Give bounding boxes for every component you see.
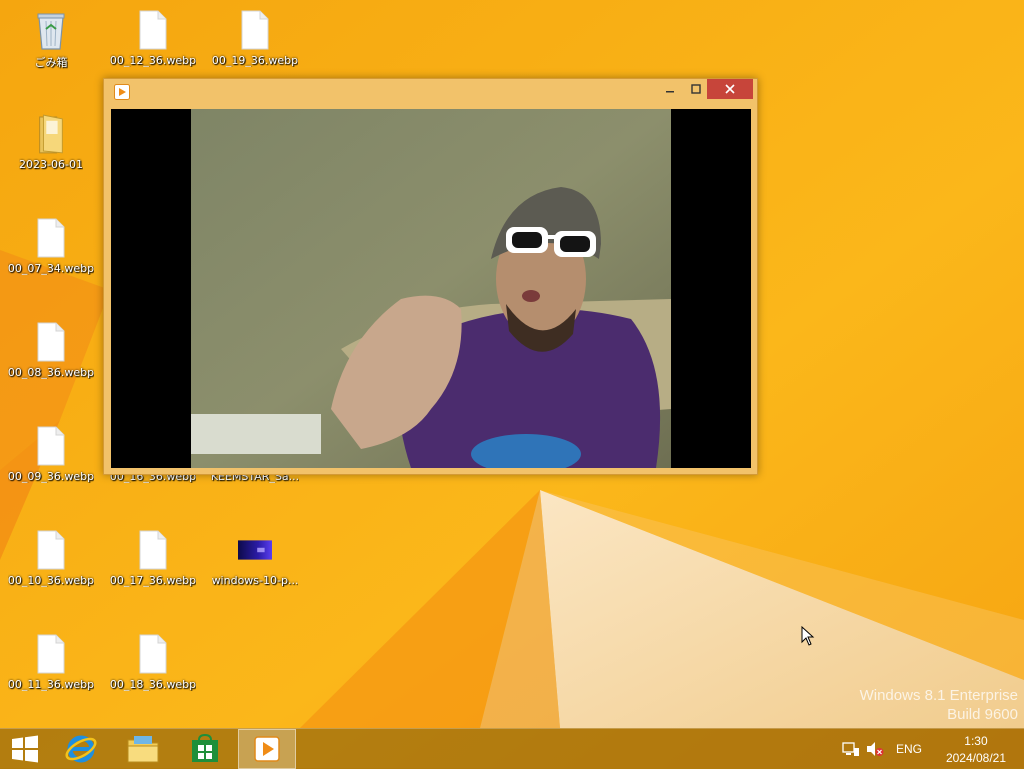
file-icon [136, 528, 170, 572]
maximize-button[interactable] [683, 79, 709, 99]
file-icon [136, 632, 170, 676]
desktop-icon-file[interactable]: 00_08_36.webp [1, 320, 101, 398]
taskbar-file-explorer[interactable] [118, 729, 168, 769]
start-icon [12, 735, 38, 763]
desktop-icon-folder[interactable]: 2023-06-01 [1, 112, 101, 190]
desktop-icon-file[interactable]: 00_11_36.webp [1, 632, 101, 710]
desktop-icon-file[interactable]: 00_17_36.webp [103, 528, 203, 606]
maximize-icon [691, 84, 701, 94]
file-icon [136, 8, 170, 52]
media-player-window[interactable] [103, 78, 758, 475]
desktop-icon-label: windows-10-p... [211, 574, 299, 587]
media-player-icon [114, 84, 130, 100]
desktop-icon-file[interactable]: 00_07_34.webp [1, 216, 101, 294]
taskbar: ENG 1:30 2024/08/21 [0, 728, 1024, 769]
window-titlebar[interactable] [104, 79, 757, 105]
desktop-icon-label: 00_10_36.webp [7, 574, 95, 587]
desktop-icon-file[interactable]: 00_19_36.webp [205, 8, 305, 86]
desktop-icon-recycle-bin[interactable]: ごみ箱 [1, 8, 101, 86]
folder-icon [34, 112, 68, 156]
system-clock[interactable]: 1:30 2024/08/21 [946, 733, 1006, 767]
file-icon [34, 320, 68, 364]
desktop-icon-label: ごみ箱 [34, 56, 68, 69]
media-player-icon [254, 736, 280, 762]
taskbar-media-player[interactable] [238, 729, 296, 769]
desktop-icon-label: 00_07_34.webp [7, 262, 95, 275]
file-explorer-icon [127, 736, 159, 763]
minimize-icon [666, 91, 674, 93]
start-button[interactable] [0, 729, 50, 769]
language-indicator[interactable]: ENG [896, 742, 922, 756]
file-icon [34, 632, 68, 676]
desktop-icon-label: 00_11_36.webp [7, 678, 95, 691]
close-button[interactable] [707, 79, 753, 99]
video-frame[interactable] [111, 109, 751, 468]
desktop-icon-label: 00_18_36.webp [109, 678, 197, 691]
windows-watermark: Windows 8.1 Enterprise Build 9600 [860, 686, 1018, 724]
desktop-icon-label: 00_12_36.webp [109, 54, 197, 67]
taskbar-store[interactable] [180, 729, 230, 769]
file-icon [34, 528, 68, 572]
clock-date: 2024/08/21 [945, 751, 1006, 765]
desktop-icon-label: 00_08_36.webp [7, 366, 95, 379]
watermark-edition: Windows 8.1 Enterprise [859, 687, 1018, 704]
file-icon [238, 8, 272, 52]
watermark-build: Build 9600 [947, 706, 1018, 723]
desktop-icon-label: 00_09_36.webp [7, 470, 95, 483]
network-icon[interactable] [842, 741, 860, 757]
internet-explorer-icon [65, 735, 97, 763]
desktop-icon-label: 2023-06-01 [19, 158, 83, 171]
recycle-bin-icon [34, 8, 68, 52]
store-icon [192, 734, 218, 762]
desktop-icon-file[interactable]: 00_10_36.webp [1, 528, 101, 606]
desktop-icon-label: 00_19_36.webp [211, 54, 299, 67]
desktop-icon-label: 00_17_36.webp [109, 574, 197, 587]
file-icon [34, 424, 68, 468]
desktop-icon-file[interactable]: 00_09_36.webp [1, 424, 101, 502]
desktop-icon-file[interactable]: 00_12_36.webp [103, 8, 203, 86]
minimize-button[interactable] [657, 79, 683, 99]
taskbar-internet-explorer[interactable] [56, 729, 106, 769]
close-icon [725, 84, 735, 94]
mouse-cursor-icon [801, 626, 815, 646]
image-thumbnail-icon [238, 528, 272, 572]
desktop-icon-file[interactable]: 00_18_36.webp [103, 632, 203, 710]
file-icon [34, 216, 68, 260]
clock-time: 1:30 [964, 734, 988, 748]
desktop-icon-image[interactable]: windows-10-p... [205, 528, 305, 606]
volume-muted-icon[interactable] [866, 741, 884, 757]
